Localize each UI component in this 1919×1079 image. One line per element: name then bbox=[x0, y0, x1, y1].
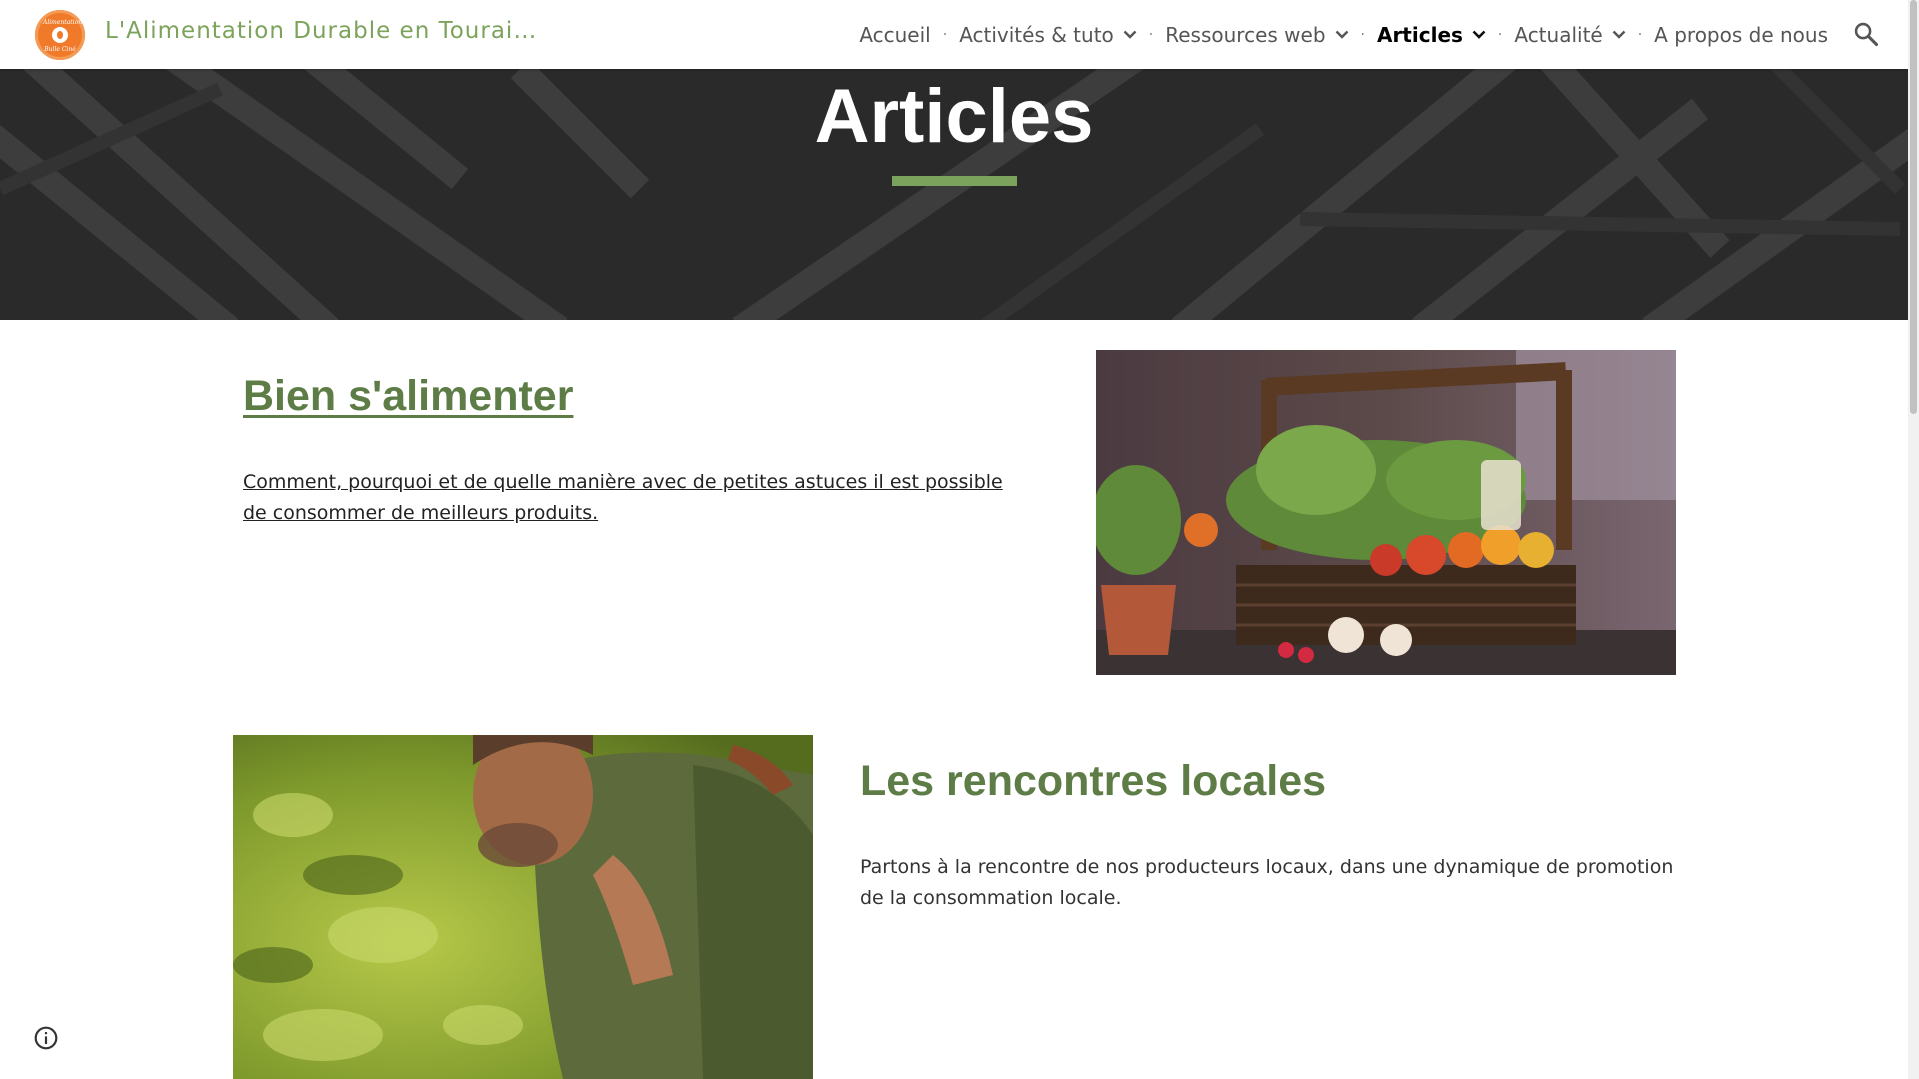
page-title: Articles bbox=[814, 74, 1094, 159]
nav-separator: · bbox=[1637, 26, 1643, 43]
nav-item-activites[interactable]: Activités & tuto bbox=[959, 23, 1137, 47]
info-icon[interactable] bbox=[33, 1025, 59, 1051]
scrollbar-thumb[interactable] bbox=[1910, 0, 1917, 414]
section-description-rencontres-locales: Partons à la rencontre de nos producteur… bbox=[860, 856, 1674, 909]
nav-separator: · bbox=[1497, 26, 1503, 43]
nav-label: Actualité bbox=[1514, 22, 1603, 47]
page-banner: Articles bbox=[0, 69, 1908, 320]
chevron-down-icon[interactable] bbox=[1612, 30, 1626, 39]
section-description-bien-s-alimenter[interactable]: Comment, pourquoi et de quelle manière a… bbox=[243, 467, 1023, 529]
farmer-in-field-image bbox=[233, 735, 813, 1079]
vegetable-basket-image bbox=[1096, 350, 1676, 675]
chevron-down-icon[interactable] bbox=[1123, 30, 1137, 39]
site-header: Alimentation Bulle Ciné L'Alimentation D… bbox=[0, 0, 1908, 69]
nav-item-a-propos[interactable]: A propos de nous bbox=[1654, 23, 1828, 47]
site-logo[interactable]: Alimentation Bulle Ciné bbox=[35, 10, 85, 60]
nav-label: Ressources web bbox=[1165, 22, 1326, 47]
nav-item-actualite[interactable]: Actualité bbox=[1514, 22, 1626, 47]
nav-label: Articles bbox=[1376, 22, 1463, 47]
section-title-rencontres-locales: Les rencontres locales bbox=[860, 757, 1327, 805]
logo-text-top: Alimentation bbox=[43, 19, 83, 26]
page-scrollbar[interactable] bbox=[1908, 0, 1919, 1079]
site-title[interactable]: L'Alimentation Durable en Tourai… bbox=[105, 18, 537, 44]
logo-dot bbox=[57, 31, 63, 39]
title-underline-divider bbox=[892, 176, 1017, 186]
nav-label: A propos de nous bbox=[1654, 22, 1828, 47]
nav-label: Activités & tuto bbox=[959, 22, 1114, 47]
nav-item-ressources[interactable]: Ressources web bbox=[1165, 23, 1348, 47]
nav-separator: · bbox=[1360, 26, 1365, 43]
nav-item-accueil[interactable]: Accueil bbox=[859, 23, 930, 47]
chevron-down-icon[interactable] bbox=[1472, 30, 1486, 39]
nav-item-articles[interactable]: Articles bbox=[1377, 23, 1486, 47]
main-nav: Accueil · Activités & tuto · Ressources … bbox=[859, 0, 1828, 69]
nav-label: Accueil bbox=[859, 22, 931, 47]
nav-separator: · bbox=[942, 26, 948, 43]
section-title-bien-s-alimenter[interactable]: Bien s'alimenter bbox=[243, 372, 573, 421]
chevron-down-icon[interactable] bbox=[1335, 30, 1349, 39]
nav-separator: · bbox=[1148, 26, 1154, 43]
logo-text-bottom: Bulle Ciné bbox=[44, 46, 76, 53]
search-icon[interactable] bbox=[1852, 20, 1880, 48]
